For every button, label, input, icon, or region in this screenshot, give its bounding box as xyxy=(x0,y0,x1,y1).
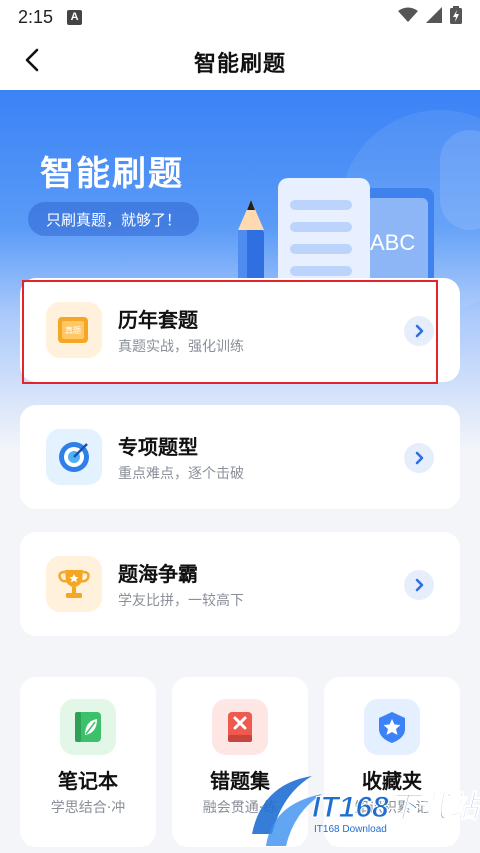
trophy-icon xyxy=(46,556,102,612)
chevron-right-icon xyxy=(404,570,434,600)
battery-charging-icon xyxy=(450,5,462,29)
card-battle[interactable]: 题海争霸 学友比拼，一较高下 xyxy=(20,532,460,636)
tile-title: 笔记本 xyxy=(58,769,118,793)
card-subtitle: 重点难点，逐个击破 xyxy=(118,466,244,482)
watermark-sub-text: IT168 Download xyxy=(314,824,387,835)
notebook-leaf-icon xyxy=(60,699,116,755)
card-title: 题海争霸 xyxy=(118,562,198,586)
target-icon xyxy=(46,429,102,485)
card-special-topics[interactable]: 专项题型 重点难点，逐个击破 xyxy=(20,405,460,509)
tile-subtitle: 学思结合·冲 xyxy=(50,800,126,816)
nav-bar: 智能刷题 xyxy=(0,34,480,90)
watermark-main-text: IT168下载站 xyxy=(312,791,480,825)
status-time: 2:15 xyxy=(18,6,54,27)
chevron-left-icon xyxy=(24,48,40,76)
signal-icon xyxy=(426,6,442,28)
chevron-right-icon xyxy=(404,443,434,473)
wifi-icon xyxy=(398,7,418,28)
card-title: 专项题型 xyxy=(118,435,198,459)
card-subtitle: 学友比拼，一较高下 xyxy=(118,593,244,609)
hero-subtitle: 只刷真题，就够了！ xyxy=(28,202,200,236)
status-icons xyxy=(398,5,462,29)
watermark-logo: IT168下载站 IT168 Download xyxy=(242,764,480,853)
exam-scroll-icon: 真题 xyxy=(46,302,102,358)
status-bar: 2:15 A xyxy=(0,0,480,34)
card-title: 历年套题 xyxy=(118,308,198,332)
back-button[interactable] xyxy=(14,44,50,80)
hero-banner: 智能刷题 只刷真题，就够了！ ABC xyxy=(0,90,480,450)
card-subtitle: 真题实战，强化训练 xyxy=(118,339,244,355)
card-past-exams[interactable]: 真题 历年套题 真题实战，强化训练 xyxy=(20,278,460,382)
notification-badge: A xyxy=(67,9,83,25)
star-shield-icon xyxy=(364,699,420,755)
hero-title: 智能刷题 xyxy=(40,154,184,194)
tile-notebook[interactable]: 笔记本 学思结合·冲 xyxy=(20,677,156,847)
page-title: 智能刷题 xyxy=(193,52,286,77)
wrong-book-icon xyxy=(212,699,268,755)
exam-icon-text: 真题 xyxy=(65,325,81,335)
hero-decor-shape xyxy=(440,130,480,230)
chevron-right-icon xyxy=(404,316,434,346)
illustration-text: ABC xyxy=(370,230,415,255)
